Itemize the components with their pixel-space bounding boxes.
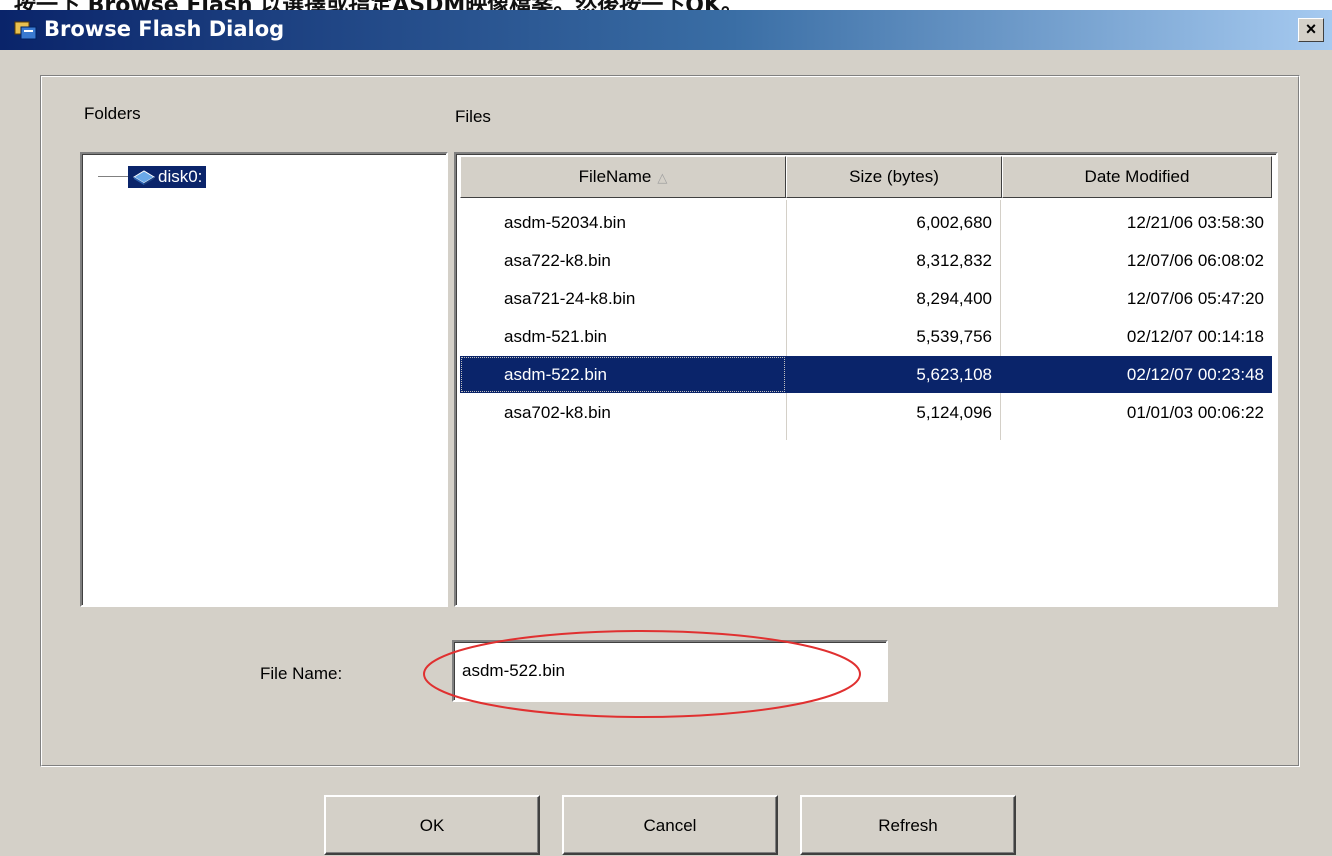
- caption-strip: 按一下 Browse Flash 以選擇或指定ASDM映像檔案。然後按一下OK。: [0, 0, 1332, 10]
- cell-filename: asa721-24-k8.bin: [504, 289, 636, 308]
- cell-date: 12/07/06 06:08:02: [1126, 251, 1264, 270]
- cell-size: 8,312,832: [916, 251, 992, 270]
- tree-item-disk0[interactable]: disk0:: [128, 166, 207, 188]
- column-header-filename[interactable]: FileName △: [460, 156, 786, 198]
- window-title: Browse Flash Dialog: [44, 17, 285, 41]
- cell-filename: asa722-k8.bin: [504, 251, 611, 270]
- disk-icon: [133, 170, 155, 185]
- tree-item-label: disk0:: [158, 167, 203, 186]
- column-header-label: Size (bytes): [849, 167, 939, 186]
- cell-filename: asdm-521.bin: [504, 327, 608, 346]
- cell-filename: asdm-52034.bin: [504, 213, 626, 232]
- column-header-label: FileName: [578, 167, 652, 186]
- refresh-button[interactable]: Refresh: [800, 795, 1016, 855]
- files-label: Files: [455, 107, 491, 126]
- table-row[interactable]: asdm-52034.bin 6,002,680 12/21/06 03:58:…: [460, 204, 1272, 241]
- column-header-label: Date Modified: [1084, 167, 1190, 186]
- cancel-button[interactable]: Cancel: [562, 795, 778, 855]
- caption-text: 按一下 Browse Flash 以選擇或指定ASDM映像檔案。然後按一下OK。: [14, 0, 743, 10]
- browse-flash-icon: [14, 21, 37, 40]
- cell-size: 5,539,756: [916, 327, 992, 346]
- cell-size: 5,623,108: [786, 356, 1000, 393]
- ok-button[interactable]: OK: [324, 795, 540, 855]
- cell-size: 5,124,096: [916, 403, 992, 422]
- table-row[interactable]: asdm-521.bin 5,539,756 02/12/07 00:14:18: [460, 318, 1272, 355]
- files-table[interactable]: FileName △ Size (bytes) Date Modified asd…: [454, 152, 1278, 607]
- file-name-label: File Name:: [260, 664, 343, 683]
- folders-tree[interactable]: [80, 152, 448, 607]
- table-row[interactable]: asa721-24-k8.bin 8,294,400 12/07/06 05:4…: [460, 280, 1272, 317]
- folders-label: Folders: [84, 104, 141, 123]
- sort-ascending-icon: △: [657, 170, 668, 185]
- cell-size: 8,294,400: [916, 289, 992, 308]
- close-icon: ×: [1305, 19, 1317, 39]
- table-row[interactable]: asa702-k8.bin 5,124,096 01/01/03 00:06:2…: [460, 394, 1272, 431]
- column-header-date-modified[interactable]: Date Modified: [1002, 156, 1272, 198]
- cell-date: 12/21/06 03:58:30: [1126, 213, 1264, 232]
- close-button[interactable]: ×: [1298, 18, 1324, 42]
- cell-date: 02/12/07 00:14:18: [1126, 327, 1264, 346]
- cell-date: 02/12/07 00:23:48: [1000, 356, 1272, 393]
- cell-date: 12/07/06 05:47:20: [1126, 289, 1264, 308]
- cell-date: 01/01/03 00:06:22: [1126, 403, 1264, 422]
- cell-filename: asdm-522.bin: [460, 356, 786, 393]
- file-name-field[interactable]: [452, 640, 888, 702]
- tree-connector: [98, 176, 128, 177]
- title-bar[interactable]: Browse Flash Dialog ×: [0, 10, 1332, 50]
- column-header-size[interactable]: Size (bytes): [786, 156, 1002, 198]
- cell-filename: asa702-k8.bin: [504, 403, 611, 422]
- cell-size: 6,002,680: [916, 213, 992, 232]
- table-row-selected[interactable]: asdm-522.bin 5,623,108 02/12/07 00:23:48: [460, 356, 1272, 393]
- table-row[interactable]: asa722-k8.bin 8,312,832 12/07/06 06:08:0…: [460, 242, 1272, 279]
